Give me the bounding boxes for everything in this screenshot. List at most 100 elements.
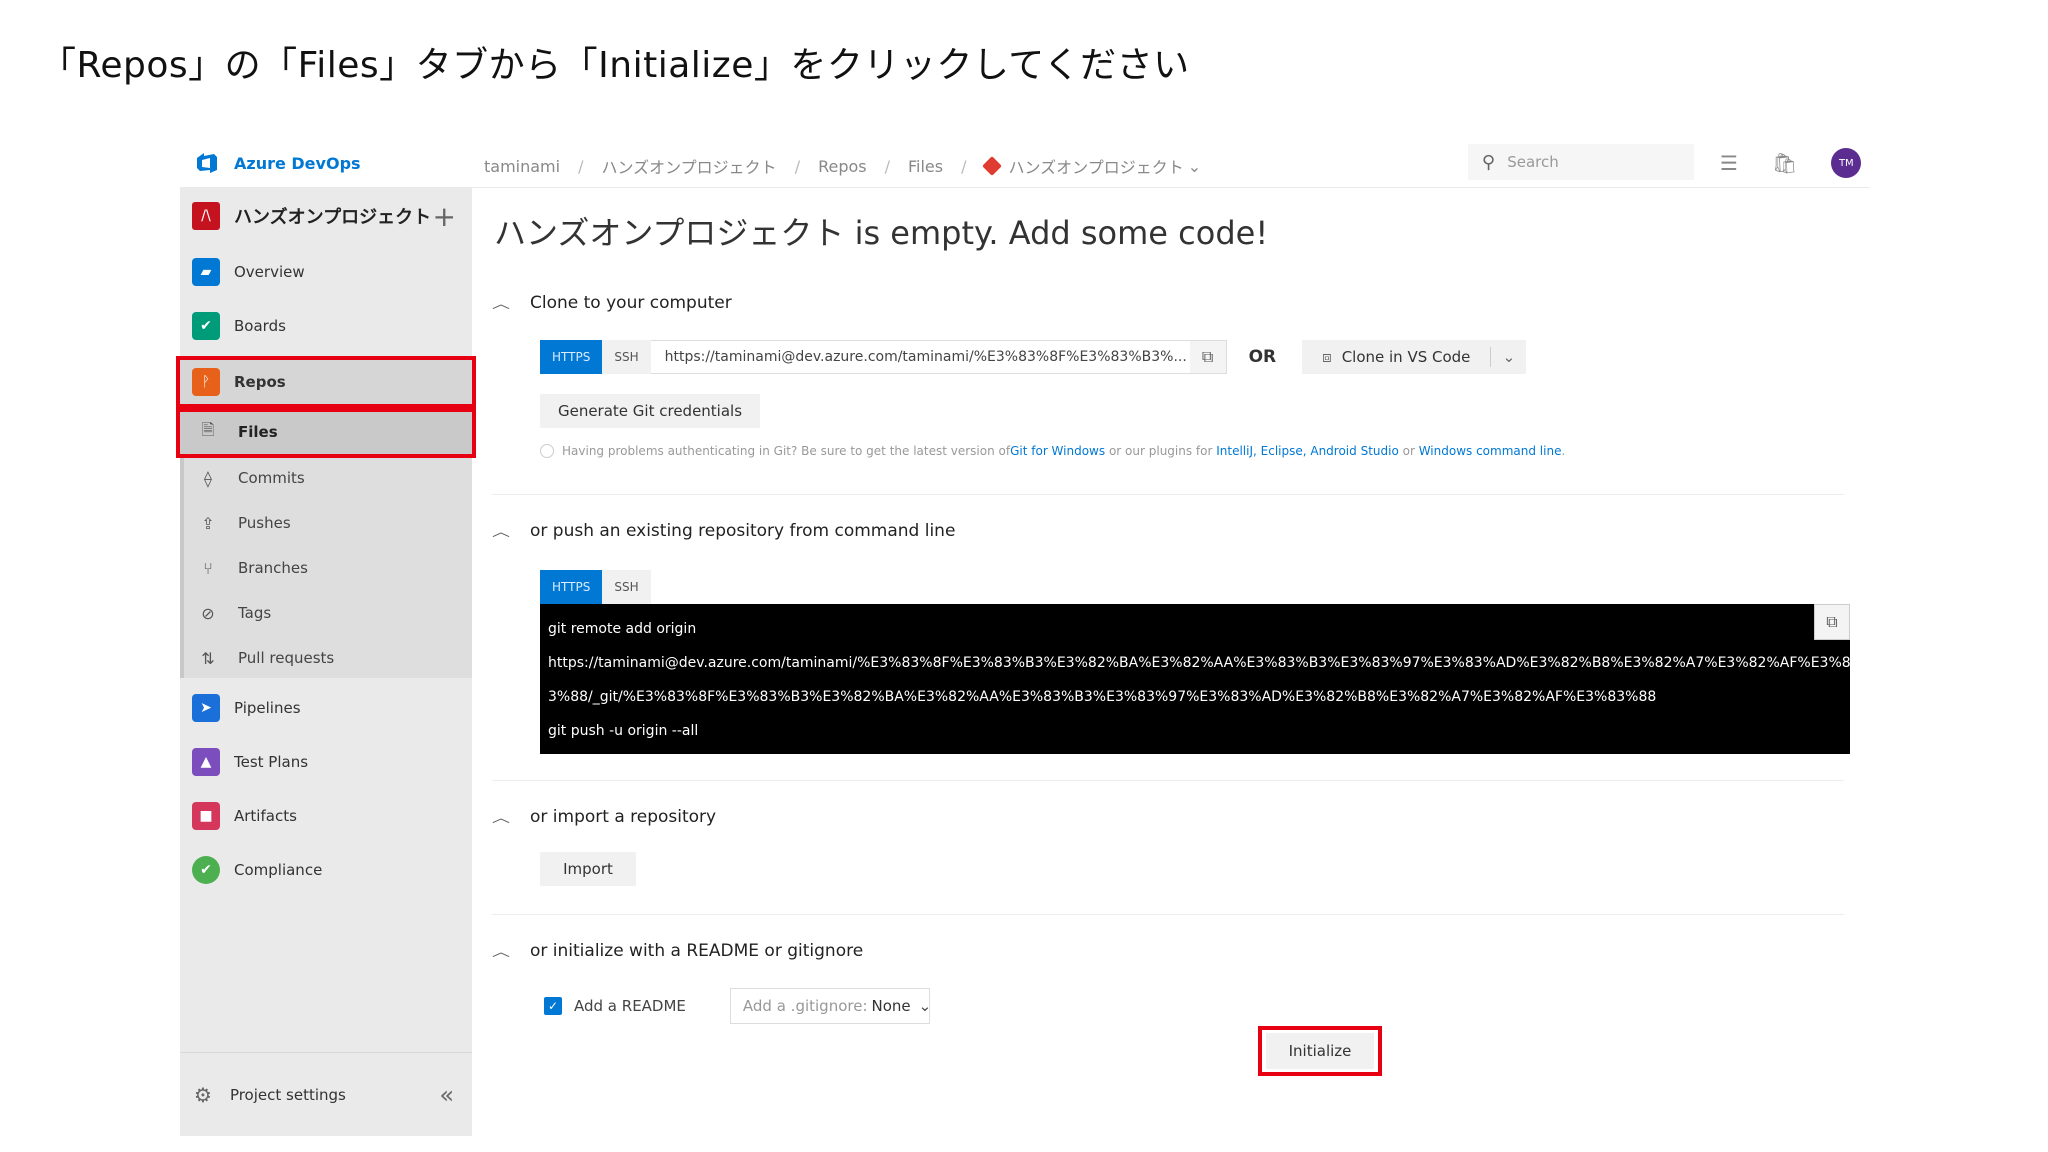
collapse-sidebar-icon[interactable]: «	[439, 1081, 454, 1109]
test-plans-icon: ▲	[192, 748, 220, 776]
gitignore-prefix: Add a .gitignore:	[742, 997, 868, 1015]
clone-heading: Clone to your computer	[530, 293, 732, 313]
chevron-up-icon[interactable]: ︿	[492, 808, 510, 826]
git-for-windows-link[interactable]: Git for Windows	[1010, 444, 1105, 458]
pull-request-icon: ⇅	[201, 648, 215, 668]
chevron-down-icon: ⌄	[918, 997, 932, 1015]
project-icon: /\	[192, 202, 220, 230]
help-mid: or our plugins for	[1105, 444, 1217, 458]
project-name: ハンズオンプロジェクト	[234, 207, 432, 228]
sidebar-item-label: Artifacts	[234, 807, 297, 825]
sidebar-item-test-plans[interactable]: ▲ Test Plans	[180, 742, 472, 782]
breadcrumb: taminami / ハンズオンプロジェクト / Repos / Files /…	[484, 154, 1201, 178]
artifacts-icon: ■	[192, 802, 220, 830]
project-header[interactable]: /\ ハンズオンプロジェクト +	[180, 188, 472, 244]
clone-in-vscode-button[interactable]: ⧈ Clone in VS Code ⌄	[1302, 340, 1527, 374]
sidebar-item-label: Test Plans	[234, 753, 309, 771]
copy-icon[interactable]: ⧉	[1814, 604, 1850, 640]
clone-url-field[interactable]: https://taminami@dev.azure.com/taminami/…	[650, 340, 1227, 374]
divider	[492, 914, 1844, 915]
initialize-button[interactable]: Initialize	[1266, 1033, 1374, 1069]
import-section-header[interactable]: ︿ or import a repository	[492, 804, 716, 830]
push-section-header[interactable]: ︿ or push an existing repository from co…	[492, 518, 955, 544]
branch-icon: ⑂	[203, 558, 213, 578]
azure-devops-window: Azure DevOps taminami / ハンズオンプロジェクト / Re…	[176, 140, 1870, 1136]
sidebar-item-commits[interactable]: ⟠ Commits	[180, 458, 472, 498]
sidebar-item-pushes[interactable]: ⇪ Pushes	[180, 503, 472, 543]
commit-icon: ⟠	[204, 468, 212, 488]
sidebar-item-compliance[interactable]: ✔ Compliance	[180, 850, 472, 890]
gitignore-dropdown[interactable]: Add a .gitignore: None ⌄	[729, 988, 932, 1024]
divider	[492, 494, 1844, 495]
add-readme-checkbox[interactable]: ✓	[544, 997, 562, 1015]
initialize-section-header[interactable]: ︿ or initialize with a README or gitigno…	[492, 938, 863, 964]
top-bar: Azure DevOps taminami / ハンズオンプロジェクト / Re…	[180, 140, 1870, 188]
pipelines-icon: ➤	[192, 694, 220, 722]
repo-icon	[981, 156, 1002, 176]
sidebar-item-overview[interactable]: ▰ Overview	[180, 252, 472, 292]
command-line: 3%88/_git/%E3%83%8F%E3%83%B3%E3%82%BA%E3…	[548, 689, 1657, 705]
initialize-options: ✓ Add a README Add a .gitignore: None ⌄	[544, 988, 932, 1024]
command-line: https://taminami@dev.azure.com/taminami/…	[548, 655, 1850, 671]
tab-https[interactable]: HTTPS	[540, 340, 603, 374]
project-settings[interactable]: ⚙ Project settings «	[180, 1052, 472, 1136]
command-line: git remote add origin	[548, 621, 697, 637]
chevron-up-icon[interactable]: ︿	[492, 294, 510, 312]
sidebar-item-label: Compliance	[234, 861, 323, 879]
tab-ssh[interactable]: SSH	[602, 570, 651, 604]
import-heading: or import a repository	[530, 807, 717, 827]
help-end: .	[1561, 444, 1566, 458]
breadcrumb-repos[interactable]: Repos	[818, 157, 867, 176]
clone-row: HTTPS SSH https://taminami@dev.azure.com…	[540, 340, 1527, 374]
chevron-down-icon[interactable]: ⌄	[1490, 347, 1526, 367]
breadcrumb-separator: /	[961, 156, 967, 176]
help-or: or	[1398, 444, 1419, 458]
generate-git-credentials-button[interactable]: Generate Git credentials	[540, 394, 760, 428]
sidebar-item-boards[interactable]: ✔ Boards	[180, 306, 472, 346]
marketplace-bag-icon[interactable]: 🛍	[1772, 151, 1797, 175]
ide-plugins-link[interactable]: IntelliJ, Eclipse, Android Studio	[1216, 444, 1399, 458]
push-protocol-tabs: HTTPS SSH	[540, 570, 651, 604]
tab-https[interactable]: HTTPS	[540, 570, 603, 604]
add-icon[interactable]: +	[433, 200, 456, 233]
sidebar-item-pull-requests[interactable]: ⇅ Pull requests	[180, 638, 472, 678]
breadcrumb-separator: /	[794, 156, 801, 176]
push-icon: ⇪	[201, 513, 215, 533]
sidebar-item-artifacts[interactable]: ■ Artifacts	[180, 796, 472, 836]
gear-icon: ⚙	[194, 1082, 212, 1107]
chevron-down-icon[interactable]: ⌄	[1188, 157, 1201, 176]
info-icon	[540, 444, 554, 458]
avatar[interactable]: TM	[1831, 148, 1862, 178]
sidebar-item-branches[interactable]: ⑂ Branches	[180, 548, 472, 588]
command-block[interactable]: git remote add origin https://taminami@d…	[540, 604, 1850, 754]
breadcrumb-files[interactable]: Files	[908, 157, 943, 176]
chevron-up-icon[interactable]: ︿	[492, 522, 510, 540]
chevron-up-icon[interactable]: ︿	[492, 942, 510, 960]
windows-command-line-link[interactable]: Windows command line	[1419, 444, 1562, 458]
copy-icon[interactable]: ⧉	[1189, 341, 1226, 373]
gitignore-value: None	[871, 997, 911, 1015]
breadcrumb-repo-selector[interactable]: ハンズオンプロジェクト	[1009, 154, 1184, 178]
clone-in-vscode-label: Clone in VS Code	[1341, 348, 1471, 366]
divider	[492, 780, 1844, 781]
search-input[interactable]: Search	[1507, 153, 1559, 171]
breadcrumb-org[interactable]: taminami	[484, 157, 560, 176]
highlight-repos	[176, 356, 476, 408]
sidebar-item-tags[interactable]: ⊘ Tags	[180, 593, 472, 633]
brand[interactable]: Azure DevOps	[194, 150, 361, 176]
vscode-icon: ⧈	[1322, 348, 1332, 366]
sidebar-item-pipelines[interactable]: ➤ Pipelines	[180, 688, 472, 728]
search-box[interactable]: ⚲ Search	[1468, 144, 1694, 180]
page-title: ハンズオンプロジェクト is empty. Add some code!	[494, 214, 1269, 252]
project-settings-label: Project settings	[229, 1085, 346, 1104]
import-button[interactable]: Import	[540, 852, 636, 886]
or-label: OR	[1248, 347, 1277, 367]
add-readme-label[interactable]: Add a README	[574, 997, 686, 1015]
sidebar-item-label: Tags	[238, 604, 272, 622]
breadcrumb-project[interactable]: ハンズオンプロジェクト	[601, 154, 776, 178]
clone-section-header[interactable]: ︿ Clone to your computer	[492, 290, 732, 316]
sidebar: /\ ハンズオンプロジェクト + ▰ Overview ✔ Boards ᚹ R…	[180, 188, 472, 1136]
command-line: git push -u origin --all	[548, 723, 699, 739]
list-settings-icon[interactable]: ☰	[1720, 151, 1738, 175]
tab-ssh[interactable]: SSH	[602, 340, 651, 374]
